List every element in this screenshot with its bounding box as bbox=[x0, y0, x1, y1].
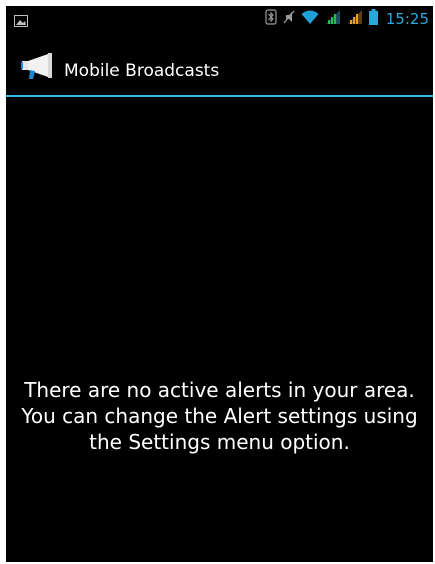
status-bar: 15:25 bbox=[6, 6, 433, 32]
mute-icon bbox=[283, 9, 295, 29]
signal-icon bbox=[325, 9, 341, 29]
megaphone-icon[interactable] bbox=[20, 52, 56, 80]
image-notification-icon bbox=[14, 12, 28, 27]
wifi-icon bbox=[301, 9, 319, 29]
phone-screen: 15:25 Mobile Broadcasts There are no act… bbox=[6, 6, 433, 562]
app-title: Mobile Broadcasts bbox=[64, 61, 220, 81]
bluetooth-icon bbox=[265, 9, 277, 29]
action-bar: Mobile Broadcasts bbox=[6, 32, 433, 94]
status-time: 15:25 bbox=[385, 10, 429, 28]
empty-state-message: There are no active alerts in your area.… bbox=[21, 378, 418, 454]
action-bar-divider bbox=[6, 95, 433, 97]
battery-icon bbox=[368, 9, 378, 29]
signal-icon bbox=[347, 9, 363, 29]
status-icons: 15:25 bbox=[265, 9, 429, 29]
